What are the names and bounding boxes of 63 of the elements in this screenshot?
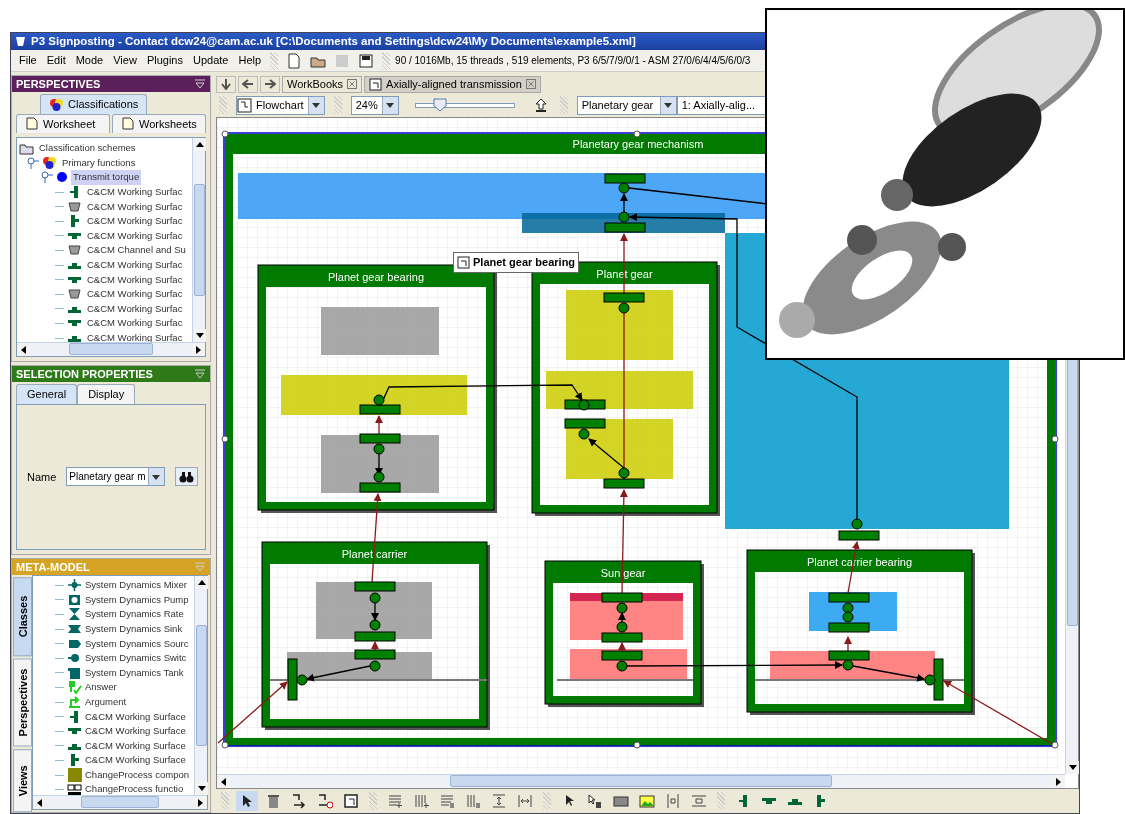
status-text: 90 / 1016Mb, 15 threads , 519 elements, P3 6/5/7/9/0/1 - ASM 27/0/6/4/4/5/6/0/3 [395,54,751,68]
container-title: Sun gear [600,567,646,579]
menu-item[interactable]: Plugins [142,52,187,69]
tree-item[interactable]: Primary functions [60,155,138,170]
tree-item[interactable]: C&CM Working Surfac [85,287,185,302]
menu-item[interactable]: File [15,52,41,69]
zoom-combo[interactable]: 24% [350,95,399,115]
document-tab[interactable]: Axially-aligned transmission [364,75,541,93]
panel-title: SELECTION PROPERTIES [16,366,153,382]
panel-tab[interactable]: General [16,384,78,404]
meta-model-item[interactable]: System Dynamics Sourc [85,636,189,651]
field-label: Name [27,469,57,485]
container-title: Planetary gear mechanism [572,138,704,150]
name-combo[interactable]: Planetary gear m [66,467,165,487]
tree-item[interactable]: Classification schemes [37,141,138,156]
window-title: P3 Signposting - Contact dcw24@cam.ac.uk [C:\Documents and Settings\dcw24\My Documents\example5.xml] [31,33,636,49]
tree-item[interactable]: Transmit torque [71,170,142,185]
container-title: Planet carrier bearing [806,556,913,568]
side-tab[interactable]: Views [13,748,32,812]
tree-item[interactable]: C&CM Working Surfac [85,228,185,243]
meta-model-item[interactable]: System Dynamics Mixer [85,578,187,593]
panel-tab[interactable]: Classifications [40,94,148,114]
container-title: Planet carrier [341,548,408,560]
meta-model-item[interactable]: ChangeProcess functio [85,782,184,795]
panel-title: PERSPECTIVES [16,76,101,92]
tree-item[interactable]: C&CM Working Surfac [85,214,185,229]
meta-model-item[interactable]: C&CM Working Surface [85,724,186,739]
menu-item[interactable]: View [109,52,141,69]
view-mode-combo[interactable]: Flowchart [236,95,325,115]
panel-tab[interactable]: Display [77,384,136,404]
tooltip-text: Planet gear bearing [473,255,576,270]
container-title: Planet gear bearing [328,271,424,283]
menu-item[interactable]: Edit [42,52,70,69]
side-tab[interactable]: Classes [13,577,32,657]
meta-model-item[interactable]: System Dynamics Rate [85,607,184,622]
tree-item[interactable]: C&CM Working Surfac [85,257,185,273]
menu-item[interactable]: Update [188,52,233,69]
tree-item[interactable]: C&CM Working Surfac [85,330,185,342]
menu-item[interactable]: Mode [71,52,108,69]
meta-model-item[interactable]: C&CM Working Surface [85,753,186,768]
tree-item[interactable]: C&CM Working Surfac [85,272,185,287]
tree-item[interactable]: C&CM Working Surfac [85,199,185,214]
meta-model-item[interactable]: System Dynamics Switc [85,651,187,666]
workbook-combo[interactable]: Planetary gear [576,95,677,115]
side-tab[interactable]: Perspectives [13,658,32,747]
meta-model-item[interactable]: C&CM Working Surface [85,738,186,753]
meta-model-item[interactable]: System Dynamics Pump [85,592,189,607]
panel-title: META-MODEL [16,559,90,575]
meta-model-item[interactable]: ChangeProcess compon [85,767,190,783]
meta-model-item[interactable]: System Dynamics Tank [85,665,184,680]
meta-model-item[interactable]: C&CM Working Surface [85,709,186,724]
tree-item[interactable]: C&CM Working Surfac [85,184,185,200]
menu-item[interactable]: Help [234,52,266,69]
container-title: Planet gear [596,268,653,280]
meta-model-item[interactable]: Answer [85,680,117,695]
meta-model-item[interactable]: System Dynamics Sink [85,621,183,637]
document-tab[interactable]: WorkBooks [282,75,363,93]
panel-tab[interactable]: Worksheets [112,113,206,133]
panel-tab[interactable]: Worksheet [16,113,110,133]
tree-item[interactable]: C&CM Working Surfac [85,301,185,316]
tree-item[interactable]: C&CM Channel and Su [85,243,188,258]
meta-model-item[interactable]: Argument [85,694,127,710]
tree-item[interactable]: C&CM Working Surfac [85,316,185,331]
